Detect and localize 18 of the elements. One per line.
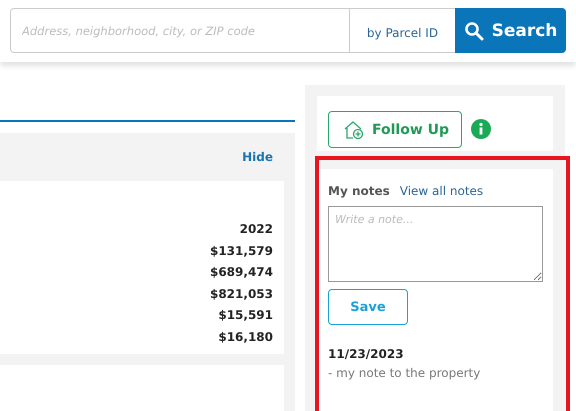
note-input[interactable]: Write a note... xyxy=(328,206,543,282)
value-text: $821,053 xyxy=(210,286,273,302)
save-button[interactable]: Save xyxy=(328,289,408,325)
value-text: $689,474 xyxy=(210,264,273,281)
search-button[interactable]: Search xyxy=(455,8,566,53)
note-date: 11/23/2023 xyxy=(328,347,405,361)
house-plus-icon xyxy=(343,120,365,140)
view-all-notes-link[interactable]: View all notes xyxy=(400,184,484,198)
note-text: - my note to the property xyxy=(328,366,482,380)
value-text: $16,180 xyxy=(218,328,273,346)
value-text: $131,579 xyxy=(210,242,273,260)
search-icon xyxy=(464,20,484,40)
value-text: $15,591 xyxy=(218,307,273,324)
hide-link[interactable]: Hide xyxy=(242,150,273,164)
info-icon[interactable] xyxy=(471,119,492,139)
value-text: 2022 xyxy=(240,221,273,238)
follow-up-button[interactable]: Follow Up xyxy=(328,111,462,148)
notes-title: My notes xyxy=(328,184,390,198)
